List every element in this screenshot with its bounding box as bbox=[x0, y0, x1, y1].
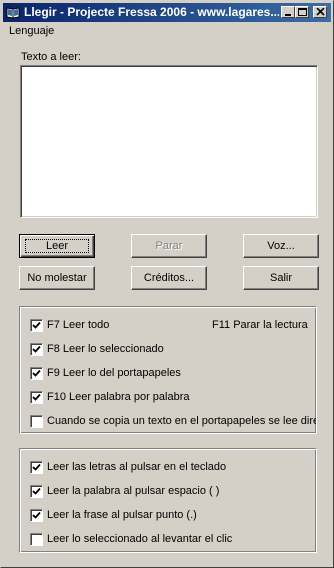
checkmark-icon bbox=[32, 369, 41, 377]
close-icon bbox=[316, 8, 325, 16]
checkbox[interactable] bbox=[30, 461, 43, 474]
stop-reading-hint: F11 Parar la lectura bbox=[212, 319, 308, 331]
text-to-read-input[interactable] bbox=[20, 65, 318, 218]
window-title: Llegir - Projecte Fressa 2006 - www.laga… bbox=[24, 5, 279, 19]
text-to-read-label: Texto a leer: bbox=[21, 51, 81, 63]
checkbox[interactable] bbox=[30, 367, 43, 380]
close-button[interactable] bbox=[313, 6, 327, 18]
checkmark-icon bbox=[32, 321, 41, 329]
keyboard-options-group: Leer las letras al pulsar en el teclado … bbox=[19, 448, 317, 553]
menu-bar: Lenguaje bbox=[3, 23, 331, 41]
minimize-icon bbox=[285, 14, 291, 16]
checkmark-icon bbox=[32, 487, 41, 495]
creditos-button[interactable]: Créditos... bbox=[131, 266, 207, 290]
checkbox[interactable] bbox=[30, 533, 43, 546]
checkbox[interactable] bbox=[30, 343, 43, 356]
voz-button[interactable]: Voz... bbox=[243, 234, 319, 258]
read-options-group: F11 Parar la lectura F7 Leer todo F8 Lee… bbox=[19, 306, 317, 434]
checkbox[interactable] bbox=[30, 485, 43, 498]
title-bar[interactable]: Llegir - Projecte Fressa 2006 - www.laga… bbox=[3, 3, 331, 22]
app-window: Llegir - Projecte Fressa 2006 - www.laga… bbox=[0, 0, 334, 568]
book-icon bbox=[6, 7, 20, 19]
checkbox[interactable] bbox=[30, 509, 43, 522]
checkbox[interactable] bbox=[30, 415, 43, 428]
checkmark-icon bbox=[32, 393, 41, 401]
checkbox[interactable] bbox=[30, 319, 43, 332]
leer-button[interactable]: Leer bbox=[19, 234, 95, 258]
maximize-icon bbox=[298, 8, 307, 16]
checkmark-icon bbox=[32, 345, 41, 353]
checkbox[interactable] bbox=[30, 391, 43, 404]
salir-button[interactable]: Salir bbox=[243, 266, 319, 290]
parar-button[interactable]: Parar bbox=[131, 234, 207, 258]
maximize-button[interactable] bbox=[295, 6, 309, 18]
checkmark-icon bbox=[32, 463, 41, 471]
menu-lenguaje[interactable]: Lenguaje bbox=[9, 25, 54, 37]
focus-rectangle bbox=[25, 239, 89, 253]
checkmark-icon bbox=[32, 511, 41, 519]
minimize-button[interactable] bbox=[281, 6, 295, 18]
no-molestar-button[interactable]: No molestar bbox=[19, 266, 95, 290]
